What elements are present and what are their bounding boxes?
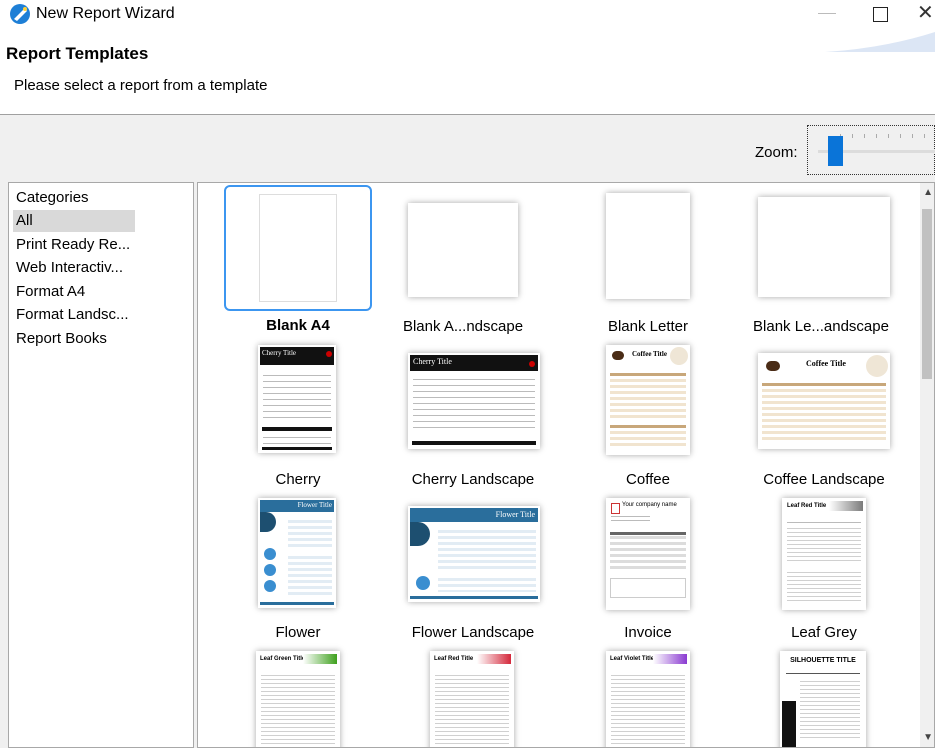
- template-silhouette[interactable]: SILHOUETTE TITLE: [738, 641, 928, 747]
- page-subtitle: Please select a report from a template: [14, 77, 268, 94]
- template-label: Flower: [275, 624, 321, 641]
- maximize-button[interactable]: [873, 7, 888, 22]
- template-thumbnail: Flower Title: [258, 498, 336, 608]
- template-leaf-green[interactable]: Leaf Green Title: [198, 641, 398, 747]
- minimize-button[interactable]: [818, 13, 836, 14]
- category-web-interactive[interactable]: Web Interactiv...: [13, 257, 135, 279]
- template-thumbnail: Coffee Title: [606, 345, 690, 455]
- template-cherry[interactable]: Cherry Title Cherry: [198, 335, 398, 488]
- template-invoice[interactable]: Your company name Invoice: [558, 488, 738, 641]
- template-leaf-grey[interactable]: Leaf Red Title Leaf Grey: [738, 488, 928, 641]
- template-leaf-violet[interactable]: Leaf Violet Title: [558, 641, 738, 747]
- template-thumbnail: [408, 203, 518, 297]
- page-title: Report Templates: [6, 44, 149, 63]
- template-cherry-landscape[interactable]: Cherry Title Cherry Landscape: [378, 335, 558, 488]
- template-coffee-landscape[interactable]: Coffee Title Coffee Landscape: [738, 335, 928, 488]
- template-label: Blank Le...andscape: [753, 318, 889, 335]
- template-label: Blank A...ndscape: [402, 318, 524, 335]
- template-thumbnail: Leaf Red Title: [782, 498, 866, 610]
- template-thumbnail: SILHOUETTE TITLE: [780, 651, 866, 747]
- scroll-up-icon[interactable]: ▲: [923, 187, 933, 198]
- template-label: Blank A4: [266, 317, 330, 334]
- template-thumbnail: Flower Title: [408, 506, 540, 602]
- template-blank-letter[interactable]: Blank Letter: [558, 183, 738, 335]
- header-banner-graphic: [825, 32, 935, 52]
- template-thumbnail: Leaf Green Title: [256, 651, 340, 747]
- category-format-landscape[interactable]: Format Landsc...: [13, 304, 135, 326]
- template-label: Blank Letter: [607, 318, 689, 335]
- templates-grid: Blank A4 Blank A...ndscape Blank Letter …: [197, 182, 935, 748]
- template-label: Flower Landscape: [411, 624, 535, 641]
- template-flower-landscape[interactable]: Flower Title Flower Landscape: [378, 488, 558, 641]
- categories-header: Categories: [16, 189, 89, 206]
- template-coffee[interactable]: Coffee Title Coffee: [558, 335, 738, 488]
- category-print-ready[interactable]: Print Ready Re...: [13, 234, 135, 256]
- template-label: Leaf Grey: [791, 624, 857, 641]
- template-flower[interactable]: Flower Title Flower: [198, 488, 398, 641]
- template-blank-a4-landscape[interactable]: Blank A...ndscape: [378, 183, 558, 335]
- category-report-books[interactable]: Report Books: [13, 328, 135, 350]
- vertical-scrollbar[interactable]: ▲ ▼: [920, 183, 934, 747]
- scroll-down-icon[interactable]: ▼: [923, 732, 933, 743]
- template-thumbnail: [606, 193, 690, 299]
- window-title: New Report Wizard: [36, 5, 175, 22]
- template-thumbnail: [758, 197, 890, 297]
- wizard-app-icon: [10, 4, 30, 24]
- close-icon[interactable]: ✕: [917, 2, 934, 24]
- template-thumbnail: Cherry Title: [258, 345, 336, 453]
- template-blank-a4[interactable]: Blank A4: [198, 183, 398, 335]
- template-label: Cherry: [275, 471, 321, 488]
- template-blank-letter-landscape[interactable]: Blank Le...andscape: [738, 183, 928, 335]
- categories-list: Categories All Print Ready Re... Web Int…: [8, 182, 194, 748]
- template-thumbnail: Coffee Title: [758, 353, 890, 449]
- template-label: Coffee Landscape: [763, 471, 885, 488]
- template-thumbnail: [260, 195, 336, 301]
- category-all[interactable]: All: [13, 210, 135, 232]
- zoom-label: Zoom:: [755, 144, 798, 161]
- template-label: Invoice: [624, 624, 672, 641]
- category-format-a4[interactable]: Format A4: [13, 281, 135, 303]
- title-bar: New Report Wizard ✕: [0, 0, 935, 30]
- template-label: Coffee: [626, 471, 670, 488]
- template-leaf-red[interactable]: Leaf Red Title: [378, 641, 558, 747]
- template-thumbnail: Leaf Violet Title: [606, 651, 690, 747]
- zoom-thumb[interactable]: [828, 136, 843, 166]
- scroll-thumb[interactable]: [922, 209, 932, 379]
- template-label: Cherry Landscape: [411, 471, 535, 488]
- template-thumbnail: Your company name: [606, 498, 690, 610]
- template-thumbnail: Leaf Red Title: [430, 651, 514, 747]
- template-thumbnail: Cherry Title: [408, 353, 540, 449]
- wizard-header: Report Templates Please select a report …: [0, 30, 935, 115]
